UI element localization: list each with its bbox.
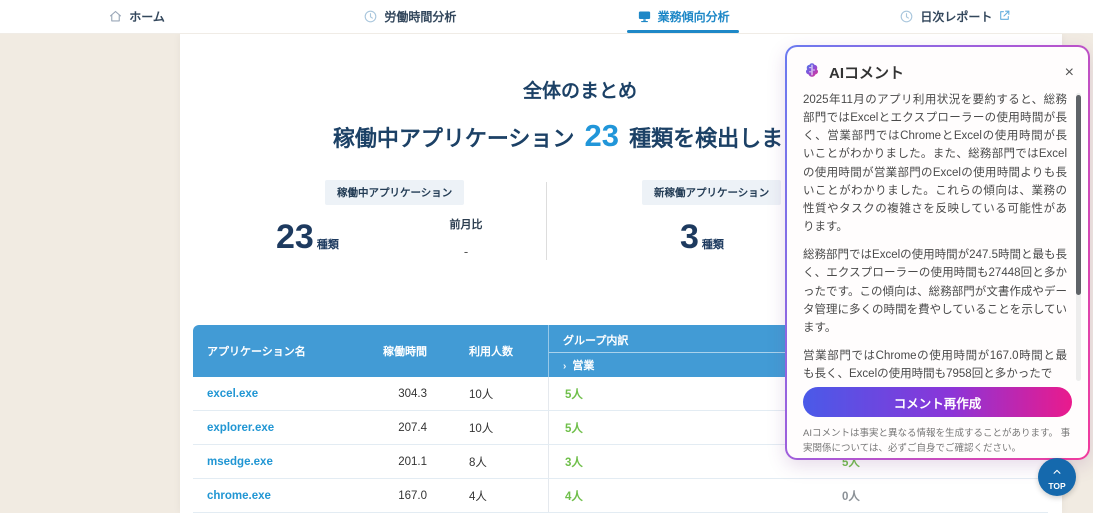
ai-comment-text[interactable]: 2025年11月のアプリ利用状況を要約すると、総務部門ではExcelとエクスプロ… [803, 91, 1067, 383]
hours-cell: 201.1 [353, 456, 433, 468]
app-name-link[interactable]: excel.exe [193, 388, 353, 400]
active-apps-count: 23 [276, 218, 314, 256]
new-apps-value: 3種類 [680, 218, 724, 257]
nav-item-work-time-analysis[interactable]: 労働時間分析 [273, 0, 546, 33]
monitor-icon [637, 9, 652, 24]
app-name-link[interactable]: chrome.exe [193, 490, 353, 502]
col-header-sales[interactable]: ›営業 [549, 357, 699, 373]
ai-paragraph: 営業部門ではChromeの使用時間が167.0時間と最も長く、Excelの使用時… [803, 347, 1067, 383]
nav-item-task-trend-analysis[interactable]: 業務傾向分析 [547, 0, 820, 33]
nav-item-daily-report[interactable]: 日次レポート [820, 0, 1093, 33]
subtitle-prefix: 稼働中アプリケーション [333, 126, 575, 151]
ai-comment-panel-inner: AIコメント × 2025年11月のアプリ利用状況を要約すると、総務部門ではEx… [787, 47, 1088, 458]
nav-label: 労働時間分析 [384, 8, 456, 25]
active-apps-badge: 稼働中アプリケーション [325, 180, 464, 205]
users-cell: 8人 [433, 454, 548, 470]
clock-icon [899, 9, 914, 24]
detected-count: 23 [581, 118, 623, 153]
mom-label: 前月比 [430, 216, 502, 232]
hours-cell: 304.3 [353, 388, 433, 400]
top-navigation: ホーム 労働時間分析 業務傾向分析 日次レポート [0, 0, 1093, 34]
app-name-link[interactable]: explorer.exe [193, 422, 353, 434]
col-header-app-name: アプリケーション名 [193, 325, 353, 377]
back-to-top-button[interactable]: TOP [1038, 458, 1076, 496]
close-icon[interactable]: × [1065, 65, 1074, 81]
new-apps-badge: 新稼働アプリケーション [642, 180, 781, 205]
users-cell: 10人 [433, 420, 548, 436]
ai-paragraph: 総務部門ではExcelの使用時間が247.5時間と最も長く、エクスプローラーの使… [803, 246, 1067, 337]
hours-cell: 207.4 [353, 422, 433, 434]
chevron-up-icon [1050, 464, 1064, 482]
users-cell: 4人 [433, 488, 548, 504]
ai-comment-panel: AIコメント × 2025年11月のアプリ利用状況を要約すると、総務部門ではEx… [785, 45, 1090, 460]
active-apps-unit: 種類 [317, 239, 339, 251]
ai-panel-title: AIコメント [829, 62, 1057, 83]
sales-count-cell: 4人 [549, 488, 699, 504]
active-tab-underline [627, 30, 739, 33]
scrollbar-thumb[interactable] [1076, 95, 1081, 295]
general-count-cell: 0人 [832, 488, 860, 504]
top-button-label: TOP [1048, 481, 1065, 491]
ai-paragraph: 2025年11月のアプリ利用状況を要約すると、総務部門ではExcelとエクスプロ… [803, 91, 1067, 236]
clock-icon [363, 9, 378, 24]
home-icon [108, 9, 123, 24]
new-apps-unit: 種類 [702, 239, 724, 251]
hours-cell: 167.0 [353, 490, 433, 502]
mom-value: - [430, 244, 502, 259]
app-window: ホーム 労働時間分析 業務傾向分析 日次レポート 全体のまとめ [0, 0, 1093, 513]
group-cells: 4人 0人 [548, 479, 1048, 512]
col-header-users: 利用人数 [433, 325, 548, 377]
nav-label: 日次レポート [920, 8, 992, 25]
regenerate-comment-button[interactable]: コメント再作成 [803, 387, 1072, 417]
users-cell: 10人 [433, 386, 548, 402]
app-name-link[interactable]: msedge.exe [193, 456, 353, 468]
ai-panel-header: AIコメント × [803, 61, 1074, 84]
ai-brain-icon [803, 61, 821, 84]
scrollbar-track [1076, 93, 1081, 381]
sales-count-cell: 5人 [549, 386, 699, 402]
ai-disclaimer-text: AIコメントは事実と異なる情報を生成することがあります。 事実関係については、必… [803, 427, 1072, 456]
active-apps-value: 23種類 [276, 218, 339, 257]
external-link-icon [998, 9, 1013, 24]
table-row: chrome.exe 167.0 4人 4人 0人 [193, 479, 1048, 513]
col-header-hours: 稼働時間 [353, 325, 433, 377]
nav-item-home[interactable]: ホーム [0, 0, 273, 33]
nav-label: ホーム [129, 8, 165, 25]
stats-divider [546, 182, 547, 260]
nav-label: 業務傾向分析 [658, 8, 730, 25]
chevron-right-icon: › [563, 361, 566, 372]
sales-count-cell: 5人 [549, 420, 699, 436]
sales-count-cell: 3人 [549, 454, 699, 470]
new-apps-count: 3 [680, 218, 699, 256]
month-over-month: 前月比 - [430, 216, 502, 259]
